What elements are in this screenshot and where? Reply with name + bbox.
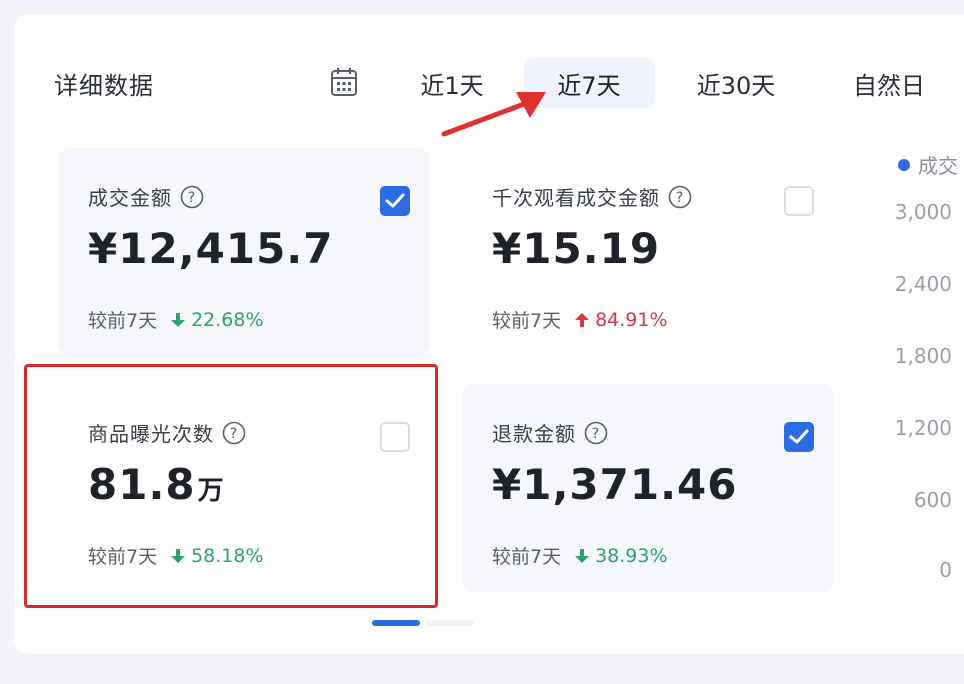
change-up: 84.91% bbox=[575, 309, 668, 331]
metric-label: 退款金额 ? bbox=[492, 418, 608, 447]
arrow-down-icon bbox=[171, 312, 186, 327]
metric-label: 商品曝光次数 ? bbox=[88, 418, 246, 447]
metric-checkbox[interactable] bbox=[784, 422, 814, 452]
pager-dot[interactable] bbox=[426, 620, 474, 626]
metric-checkbox[interactable] bbox=[380, 422, 410, 452]
card-pager bbox=[372, 620, 474, 626]
help-icon[interactable]: ? bbox=[180, 185, 204, 209]
y-tick: 600 bbox=[913, 488, 952, 512]
y-tick: 1,800 bbox=[894, 344, 952, 368]
svg-text:?: ? bbox=[592, 426, 600, 442]
metric-value: ¥15.19 bbox=[492, 224, 661, 273]
svg-text:?: ? bbox=[188, 190, 196, 206]
arrow-down-icon bbox=[575, 548, 590, 563]
help-icon[interactable]: ? bbox=[584, 421, 608, 445]
arrow-down-icon bbox=[171, 548, 186, 563]
metric-card-impressions[interactable]: 商品曝光次数 ? 81.8万 较前7天 58.18% bbox=[58, 384, 430, 592]
chart-legend[interactable]: 成交 bbox=[898, 150, 958, 179]
check-icon bbox=[789, 429, 809, 444]
metric-label: 千次观看成交金额 ? bbox=[492, 182, 692, 211]
calendar-icon[interactable] bbox=[330, 66, 358, 98]
y-tick: 1,200 bbox=[894, 416, 952, 440]
metric-checkbox[interactable] bbox=[784, 186, 814, 216]
help-icon[interactable]: ? bbox=[222, 421, 246, 445]
metric-label: 成交金额 ? bbox=[88, 182, 204, 211]
svg-text:?: ? bbox=[230, 426, 238, 442]
metric-value: ¥1,371.46 bbox=[492, 460, 738, 509]
metric-value: ¥12,415.7 bbox=[88, 224, 334, 273]
metric-card-gpm[interactable]: 千次观看成交金额 ? ¥15.19 较前7天 84.91% bbox=[462, 148, 834, 356]
tab-natural-day[interactable]: 自然日 bbox=[834, 58, 944, 108]
metric-card-refund[interactable]: 退款金额 ? ¥1,371.46 较前7天 38.93% bbox=[462, 384, 834, 592]
y-tick: 3,000 bbox=[894, 200, 952, 224]
annotation-arrow-icon bbox=[441, 92, 546, 137]
y-tick: 2,400 bbox=[894, 272, 952, 296]
metric-card-gmv[interactable]: 成交金额 ? ¥12,415.7 较前7天 22.68% bbox=[58, 148, 430, 356]
section-title: 详细数据 bbox=[54, 72, 154, 100]
change-down: 38.93% bbox=[575, 545, 668, 567]
y-tick: 0 bbox=[939, 558, 952, 582]
help-icon[interactable]: ? bbox=[668, 185, 692, 209]
legend-dot bbox=[898, 158, 910, 171]
metric-checkbox[interactable] bbox=[380, 186, 410, 216]
metric-compare: 较前7天 84.91% bbox=[492, 308, 668, 333]
arrow-up-icon bbox=[575, 312, 590, 327]
metric-value: 81.8万 bbox=[88, 460, 225, 509]
tab-30-days[interactable]: 近30天 bbox=[678, 58, 794, 108]
change-down: 22.68% bbox=[171, 309, 264, 331]
pager-dot-active[interactable] bbox=[372, 620, 420, 626]
metric-compare: 较前7天 22.68% bbox=[88, 308, 264, 333]
metric-compare: 较前7天 58.18% bbox=[88, 544, 264, 569]
svg-text:?: ? bbox=[676, 190, 684, 206]
check-icon bbox=[385, 193, 405, 208]
metric-compare: 较前7天 38.93% bbox=[492, 544, 668, 569]
change-down: 58.18% bbox=[171, 545, 264, 567]
